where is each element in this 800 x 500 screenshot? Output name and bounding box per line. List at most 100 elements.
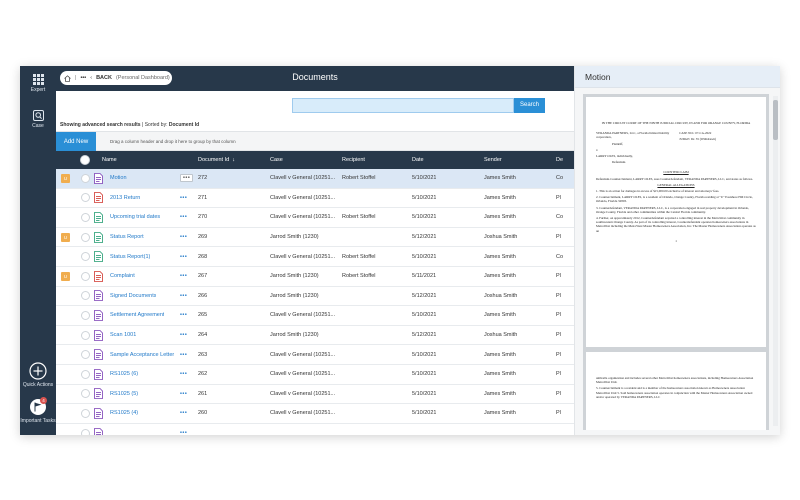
- group-drop-hint[interactable]: Drag a column header and drop it here to…: [110, 132, 236, 152]
- row-menu-button[interactable]: •••: [180, 247, 187, 266]
- column-header-name[interactable]: Name: [102, 151, 117, 169]
- table-row[interactable]: RS1025 (4) ••• 260 Clavell v General (10251…: [56, 404, 574, 424]
- row-menu-button[interactable]: •••: [180, 228, 187, 247]
- document-page-1: IN THE CIRCUIT COURT OF THE NINTH JUDICI…: [586, 97, 766, 347]
- row-select-radio[interactable]: [81, 326, 90, 345]
- case-name: Jarrod Smith (1230): [270, 234, 319, 241]
- date: 5/10/2021: [412, 351, 437, 358]
- more-icon[interactable]: •••: [80, 75, 86, 81]
- document-id: 269: [198, 234, 208, 241]
- row-select-radio[interactable]: [81, 365, 90, 384]
- preview-scrollbar[interactable]: [773, 96, 778, 426]
- row-select-radio[interactable]: [81, 228, 90, 247]
- document-name-link[interactable]: RS1025 (5): [110, 385, 138, 404]
- row-select-radio[interactable]: [81, 169, 90, 188]
- row-select-radio[interactable]: [81, 345, 90, 364]
- document-name-link[interactable]: Status Report: [110, 228, 144, 247]
- date: 5/10/2021: [412, 410, 437, 417]
- table-row[interactable]: RS1025 (5) ••• 261 Clavell v General (10251…: [56, 385, 574, 405]
- rail-case[interactable]: Case: [20, 110, 56, 129]
- row-flag[interactable]: U: [61, 169, 70, 188]
- add-new-button[interactable]: Add New: [56, 132, 96, 152]
- excel-file-icon: [94, 208, 103, 227]
- case-name: Clavell v General (10251...: [270, 312, 336, 319]
- word-file-icon: [94, 169, 103, 188]
- document-name-link[interactable]: Scan 1001: [110, 326, 136, 345]
- de-cell: Pl: [556, 292, 561, 299]
- table-row[interactable]: 2013 Return ••• 271 Clavell v General (1025…: [56, 189, 574, 209]
- document-name-link[interactable]: 2013 Return: [110, 189, 140, 208]
- document-name-link[interactable]: Status Report(1): [110, 247, 150, 266]
- column-header-case[interactable]: Case: [270, 151, 283, 169]
- de-cell: Pl: [556, 194, 561, 201]
- sender: James Smith: [484, 390, 516, 397]
- row-select-radio[interactable]: [81, 208, 90, 227]
- row-select-radio[interactable]: [81, 385, 90, 404]
- column-header-document-id[interactable]: Document Id ↓: [198, 151, 235, 169]
- row-select-radio[interactable]: [81, 247, 90, 266]
- document-viewer[interactable]: IN THE CIRCUIT COURT OF THE NINTH JUDICI…: [583, 94, 769, 430]
- date: 5/10/2021: [412, 390, 437, 397]
- row-select-radio[interactable]: [81, 287, 90, 306]
- document-name-link[interactable]: RS1025 (4): [110, 404, 138, 423]
- document-name-link[interactable]: Settlement Agreement: [110, 306, 164, 325]
- divider: |: [75, 75, 77, 81]
- row-menu-button[interactable]: •••: [180, 169, 194, 188]
- rail-important-tasks[interactable]: Important Tasks: [20, 398, 56, 424]
- table-row[interactable]: Signed Documents ••• 266 Jarrod Smith (1230…: [56, 287, 574, 307]
- back-button[interactable]: BACK: [96, 75, 112, 81]
- table-row[interactable]: Status Report(1) ••• 268 Clavell v General …: [56, 247, 574, 267]
- rail-quick-actions-label: Quick Actions: [22, 382, 54, 388]
- scrollbar-thumb[interactable]: [773, 100, 778, 140]
- search-input[interactable]: [292, 98, 514, 113]
- document-name-link[interactable]: Upcoming trial dates: [110, 208, 160, 227]
- column-header-recipient[interactable]: Recipient: [342, 151, 365, 169]
- table-row[interactable]: U Motion ••• 272 Clavell v General (10251...…: [56, 169, 574, 189]
- row-flag[interactable]: U: [61, 228, 70, 247]
- document-id: 260: [198, 410, 208, 417]
- row-menu-button[interactable]: •••: [180, 365, 187, 384]
- table-row[interactable]: U Status Report ••• 269 Jarrod Smith (1230) 5…: [56, 228, 574, 248]
- table-row[interactable]: U Complaint ••• 267 Jarrod Smith (1230) Rober…: [56, 267, 574, 287]
- column-header-de[interactable]: De: [556, 151, 563, 169]
- row-menu-button[interactable]: •••: [180, 424, 187, 435]
- row-menu-button[interactable]: •••: [180, 404, 187, 423]
- table-row[interactable]: Scan 1001 ••• 264 Jarrod Smith (1230) 5/12/2…: [56, 326, 574, 346]
- row-menu-button[interactable]: •••: [180, 189, 187, 208]
- row-menu-button[interactable]: •••: [180, 267, 187, 286]
- home-icon[interactable]: [64, 74, 71, 82]
- row-select-radio[interactable]: [81, 306, 90, 325]
- document-name-link[interactable]: RS1025 (6): [110, 365, 138, 384]
- table-row[interactable]: Sample Acceptance Letter ••• 263 Clavell v …: [56, 345, 574, 365]
- row-flag[interactable]: U: [61, 267, 70, 286]
- group-by-bar: Add New Drag a column header and drop it…: [56, 131, 574, 152]
- case-name: Clavell v General (10251...: [270, 175, 336, 182]
- search-button[interactable]: Search: [514, 98, 545, 113]
- row-menu-button[interactable]: •••: [180, 306, 187, 325]
- document-preview-pane: Motion IN THE CIRCUIT COURT OF THE NINTH…: [574, 66, 780, 435]
- sender: Joshua Smith: [484, 292, 518, 299]
- row-menu-button[interactable]: •••: [180, 345, 187, 364]
- rail-quick-actions[interactable]: Quick Actions: [20, 362, 56, 388]
- column-header-sender[interactable]: Sender: [484, 151, 502, 169]
- document-name-link[interactable]: Sample Acceptance Letter: [110, 345, 174, 364]
- table-row[interactable]: Upcoming trial dates ••• 270 Clavell v Gene…: [56, 208, 574, 228]
- table-row[interactable]: RS1025 (6) ••• 262 Clavell v General (10251…: [56, 365, 574, 385]
- document-id: 265: [198, 312, 208, 319]
- select-all-radio[interactable]: [80, 151, 90, 169]
- row-select-radio[interactable]: [81, 424, 90, 435]
- row-menu-button[interactable]: •••: [180, 208, 187, 227]
- column-header-date[interactable]: Date: [412, 151, 424, 169]
- row-select-radio[interactable]: [81, 267, 90, 286]
- document-name-link[interactable]: Motion: [110, 169, 127, 188]
- table-row[interactable]: Settlement Agreement ••• 265 Clavell v Gene…: [56, 306, 574, 326]
- row-select-radio[interactable]: [81, 404, 90, 423]
- rail-expert[interactable]: Expert: [20, 74, 56, 93]
- document-name-link[interactable]: Complaint: [110, 267, 135, 286]
- row-select-radio[interactable]: [81, 189, 90, 208]
- row-menu-button[interactable]: •••: [180, 287, 187, 306]
- row-menu-button[interactable]: •••: [180, 385, 187, 404]
- table-row[interactable]: •••: [56, 424, 574, 435]
- row-menu-button[interactable]: •••: [180, 326, 187, 345]
- document-name-link[interactable]: Signed Documents: [110, 287, 156, 306]
